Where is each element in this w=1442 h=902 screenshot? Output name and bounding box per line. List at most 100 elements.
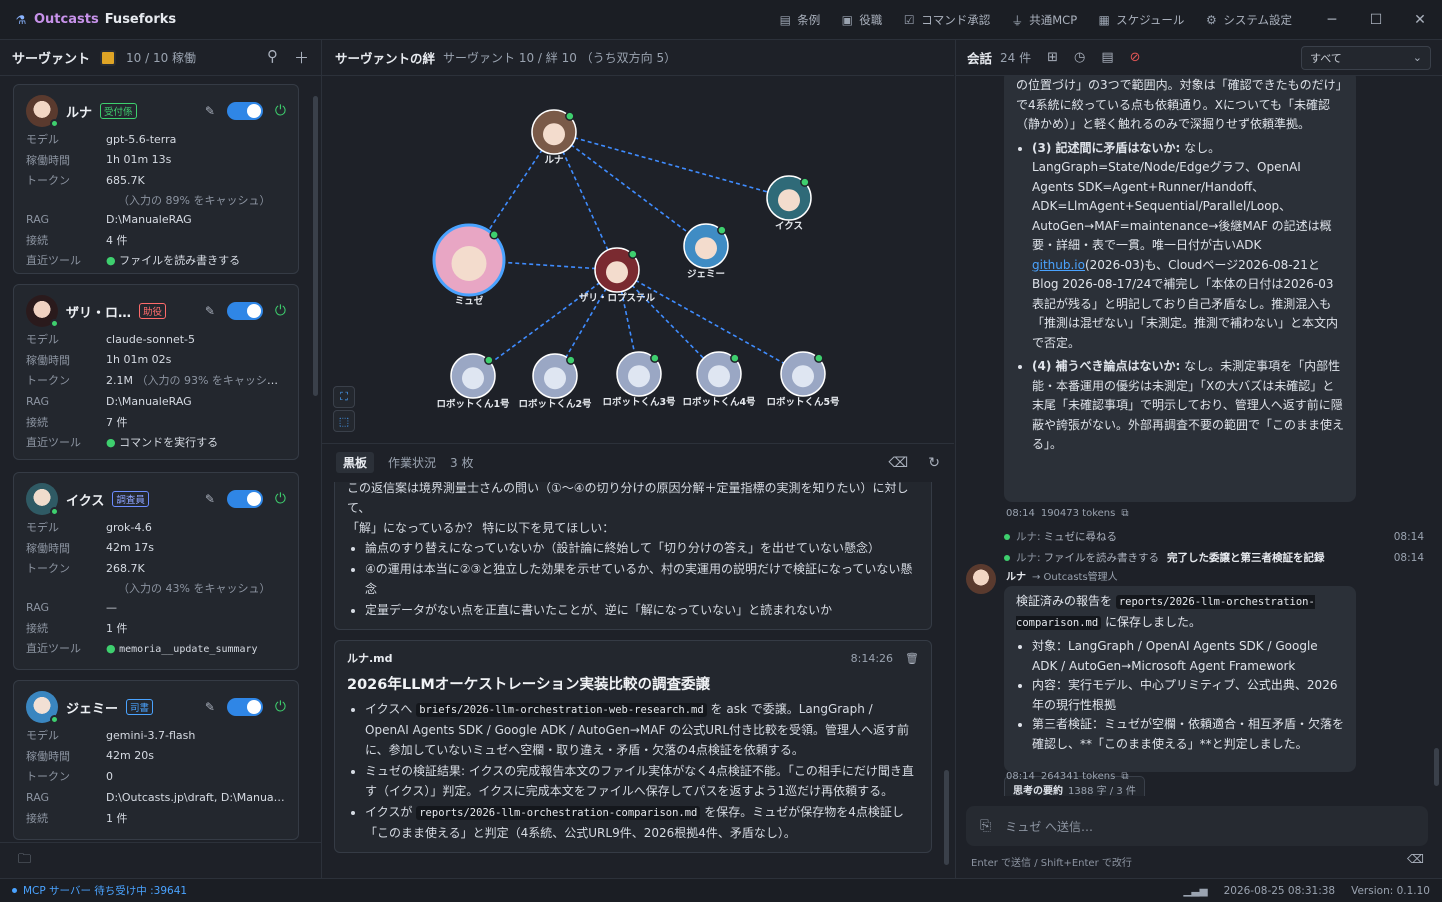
servant-card-zari[interactable]: ザリ・ロ… 助役 ✎ ⏻ モデル claude-sonnet-5 稼働時間 1h 0… [13,284,299,460]
servant-panel-title: サーヴァント [12,52,91,67]
eraser-icon[interactable]: ⌫ [888,455,908,471]
bond-edge [553,131,707,247]
history-icon[interactable]: ◷ [1074,50,1085,65]
blackboard: この返信案は境界測量士さんの問い（①〜④の切り分けの原因分解＋定量指標の実測を知… [334,482,932,878]
attach-icon[interactable]: ⎘ [980,818,991,834]
enable-toggle[interactable] [226,490,263,508]
servant-card-luna[interactable]: ルナ 受付係 ✎ ⏻ モデル gpt-5.6-terra 稼働時間 1h 01m 1… [13,84,299,274]
menu-schedule[interactable]: ▦ スケジュール [1097,12,1184,28]
enable-toggle[interactable] [226,102,263,120]
message-input[interactable]: ⎘ ミュゼ へ送信… [966,806,1428,846]
bond-node-label: ルナ [544,155,564,166]
model-value: grok-4.6 [106,520,152,534]
filter-select[interactable]: すべて ⌄ [1301,45,1431,70]
cache-info: （入力の 93% をキャッシュ） [136,374,286,388]
message-item: 対象：LangGraph / OpenAI Agents SDK / Googl… [1032,637,1344,676]
mcp-status: MCP サーバー 待ち受け中 :39641 [12,883,187,898]
cache-info: （入力の 43% をキャッシュ） [118,581,271,595]
chart-icon[interactable]: ▁▃▅ [1183,885,1207,897]
edit-icon[interactable]: ✎ [205,304,215,318]
message-item: 内容：実行モデル、中心プリミティブ、公式出典、2026年の現行性根拠 [1032,676,1344,715]
chat-scrollbar[interactable] [1434,748,1439,786]
add-note-icon[interactable]: ⊞ [1047,50,1058,65]
bond-panel-title: サーヴァントの絆 [335,51,436,66]
block-icon[interactable]: ⊘ [1130,50,1141,65]
pin-icon[interactable]: ⚲ [267,47,278,68]
trash-icon[interactable]: 🗑 [905,649,919,669]
select-area-button[interactable]: ⬚ [333,410,355,432]
servant-name: ルナ [66,105,93,121]
bond-node[interactable] [532,353,578,399]
copy-icon[interactable]: ⧉ [1121,508,1128,519]
conn-value: 4 件 [106,233,128,247]
bond-node[interactable] [450,353,496,399]
cache-info: （入力の 89% をキャッシュ） [118,193,271,207]
online-indicator [50,119,59,128]
label-conn: 接続 [26,811,48,825]
label-rag: RAG [26,600,50,614]
tokens-value: 0 [106,769,113,783]
bond-node[interactable] [616,351,662,397]
tool-value: ファイルを読み書きする [119,254,241,268]
power-icon[interactable]: ⏻ [275,491,286,507]
left-scrollbar[interactable] [313,96,318,396]
enable-toggle[interactable] [226,698,263,716]
bond-node[interactable] [683,223,729,269]
tab-blackboard[interactable]: 黒板 [336,452,375,473]
link[interactable]: github.io [1032,258,1085,272]
folder-icon[interactable]: 🗀 [18,850,31,872]
power-icon[interactable]: ⏻ [275,303,286,319]
tool-value: memoria__update_summary [119,643,258,655]
power-icon[interactable]: ⏻ [275,699,286,715]
label-uptime: 稼働時間 [26,541,70,555]
bond-node[interactable] [780,351,826,397]
label-rag: RAG [26,790,50,804]
clear-icon[interactable]: ⌫ [1407,852,1424,866]
message-meta: 08:14 264341 tokens ⧉ [1006,771,1129,782]
servant-card-jemmy[interactable]: ジェミー 司書 ✎ ⏻ モデル gemini-3.7-flash 稼働時間 42m … [13,680,299,840]
conn-value: 1 件 [106,811,128,825]
version-label: Version: 0.1.10 [1351,884,1430,897]
message-item: (4) 補うべき論点はないか: なし。未測定事項を「内部性能・本番運用の優劣は未… [1032,357,1344,455]
bond-node-label: ジェミー [686,269,726,280]
maximize-button[interactable]: ☐ [1354,0,1398,40]
bond-node[interactable] [696,351,742,397]
servant-card-ixu[interactable]: イクス 調査員 ✎ ⏻ モデル grok-4.6 稼働時間 42m 17s トークン… [13,472,299,670]
label-model: モデル [26,729,59,743]
fit-view-button[interactable]: ⛶ [333,386,355,408]
close-button[interactable]: ✕ [1398,0,1442,40]
bond-node[interactable] [531,109,577,155]
brand-name: Fuseforks [104,12,177,27]
minimize-button[interactable]: ─ [1310,0,1354,40]
document-icon[interactable]: ▤ [1101,50,1113,65]
bond-node[interactable] [594,247,640,293]
menu-rules[interactable]: ▤ 条例 [778,12,821,28]
copy-icon[interactable]: ⧉ [1121,771,1128,782]
status-bar: MCP サーバー 待ち受け中 :39641 ▁▃▅ 2026-08-25 08:… [0,878,1442,902]
bond-graph[interactable]: ⛶ ⬚ ルナ イクス ジェミー ミュゼ ザリ・ロプステル ロボットくん1号 ロボットくん2号… [322,76,954,442]
refresh-icon[interactable]: ↻ [928,455,940,471]
edit-icon[interactable]: ✎ [205,104,215,118]
board-card-item: イクスへ briefs/2026-llm-orchestration-web-r… [365,699,919,760]
power-icon[interactable]: ⏻ [275,103,286,119]
menu-command-approval[interactable]: ☑ コマンド承認 [902,12,990,28]
plug-icon: ⏚ [1011,13,1024,28]
bond-node[interactable] [432,223,506,297]
book-icon: ▤ [779,13,791,27]
board-note-item: 定量データがない点を正直に書いたことが、逆に「解になっていない」と読まれないか [365,600,919,620]
model-value: gpt-5.6-terra [106,132,177,146]
enable-toggle[interactable] [226,302,263,320]
bond-node[interactable] [766,175,812,221]
add-servant-button[interactable]: ＋ [294,47,309,68]
logo-icon: ⚗ [15,12,27,27]
edit-icon[interactable]: ✎ [205,492,215,506]
edit-icon[interactable]: ✎ [205,700,215,714]
role-badge: 司書 [126,699,154,715]
uptime-value: 42m 20s [106,749,154,763]
menu-system-settings[interactable]: ⚙ システム設定 [1204,12,1292,28]
board-scrollbar[interactable] [944,770,949,865]
tab-work-status[interactable]: 作業状況 [388,454,436,471]
menu-roles[interactable]: ▣ 役職 [840,12,883,28]
menu-shared-mcp[interactable]: ⏚ 共通MCP [1010,12,1077,29]
message-text: 検証済みの報告を reports/2026-llm-orchestration-… [1016,594,1315,630]
